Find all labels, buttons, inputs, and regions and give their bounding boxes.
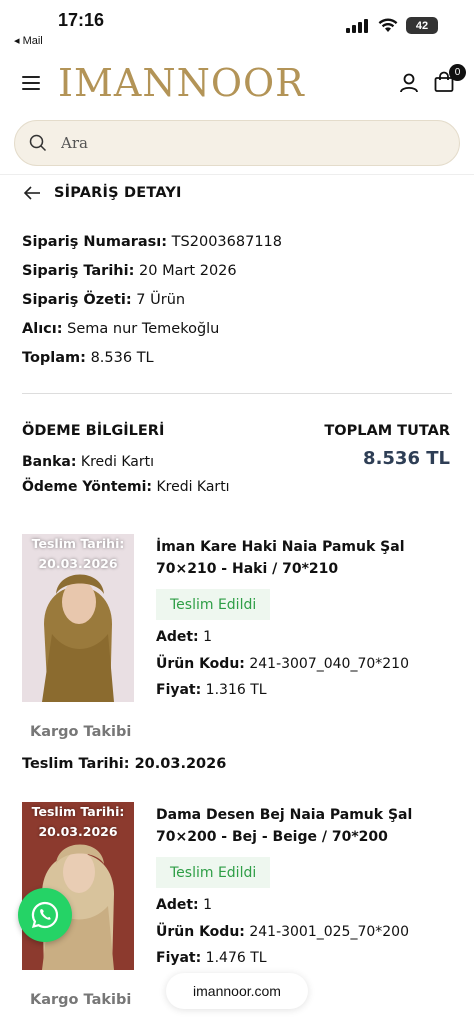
browser-url-pill[interactable]: imannoor.com bbox=[166, 973, 308, 1009]
product-code-row: Ürün Kodu: 241-3007_040_70*210 bbox=[156, 656, 409, 672]
quantity-value: 1 bbox=[198, 629, 213, 645]
status-badge: Teslim Edildi bbox=[156, 857, 271, 888]
section-divider bbox=[22, 393, 452, 394]
quantity-row: Adet: 1 bbox=[156, 897, 212, 913]
recipient-label: Alıcı: bbox=[22, 321, 63, 337]
price-value: 1.476 TL bbox=[201, 950, 267, 966]
total-amount-label: TOPLAM TUTAR bbox=[324, 423, 450, 439]
order-date-value: 20 Mart 2026 bbox=[134, 263, 237, 279]
product-code-row: Ürün Kodu: 241-3001_025_70*200 bbox=[156, 924, 409, 940]
image-delivery-date: Teslim Tarihi: 20.03.2026 bbox=[22, 534, 134, 574]
image-date-label: Teslim Tarihi: bbox=[31, 804, 125, 819]
delivery-date: Teslim Tarihi: 20.03.2026 bbox=[22, 756, 227, 772]
order-total-row: Toplam: 8.536 TL bbox=[22, 350, 282, 379]
search-bar[interactable] bbox=[14, 120, 460, 166]
payment-method-label: Ödeme Yöntemi: bbox=[22, 479, 152, 495]
order-summary-row: Sipariş Özeti: 7 Ürün bbox=[22, 292, 282, 321]
order-date-label: Sipariş Tarihi: bbox=[22, 263, 135, 279]
product-code-label: Ürün Kodu: bbox=[156, 656, 245, 672]
whatsapp-button[interactable] bbox=[18, 888, 72, 942]
product-image[interactable]: Teslim Tarihi: 20.03.2026 bbox=[22, 534, 134, 702]
bank-value: Kredi Kartı bbox=[76, 454, 155, 470]
site-header: IMANNOOR 0 bbox=[0, 58, 474, 108]
status-badge: Teslim Edildi bbox=[156, 589, 271, 620]
price-row: Fiyat: 1.316 TL bbox=[156, 682, 267, 698]
cart-count-badge: 0 bbox=[449, 64, 466, 81]
image-delivery-date: Teslim Tarihi: 20.03.2026 bbox=[22, 802, 134, 842]
price-label: Fiyat: bbox=[156, 950, 202, 966]
payment-method-row: Ödeme Yöntemi: Kredi Kartı bbox=[22, 479, 230, 495]
battery-indicator: 42 bbox=[406, 17, 438, 34]
order-summary-label: Sipariş Özeti: bbox=[22, 292, 132, 308]
order-summary-value: 7 Ürün bbox=[131, 292, 186, 308]
image-date-label: Teslim Tarihi: bbox=[31, 536, 125, 551]
order-number-row: Sipariş Numarası: TS2003687118 bbox=[22, 234, 282, 263]
order-summary: Sipariş Numarası: TS2003687118 Sipariş T… bbox=[22, 234, 282, 379]
page-title-row: SİPARİŞ DETAYI bbox=[22, 180, 182, 206]
status-indicators: 42 bbox=[346, 17, 438, 34]
order-total-value: 8.536 TL bbox=[85, 350, 154, 366]
page-title: SİPARİŞ DETAYI bbox=[54, 185, 182, 201]
arrow-left-icon[interactable] bbox=[22, 183, 42, 203]
brand-logo[interactable]: IMANNOOR bbox=[58, 61, 305, 105]
image-date-value: 20.03.2026 bbox=[38, 556, 118, 571]
quantity-value: 1 bbox=[198, 897, 213, 913]
price-label: Fiyat: bbox=[156, 682, 202, 698]
status-time: 17:16 bbox=[58, 10, 105, 30]
cargo-tracking-link[interactable]: Kargo Takibi bbox=[30, 992, 131, 1008]
status-bar: 17:16 ◂ Mail 42 bbox=[0, 0, 474, 52]
product-code-value: 241-3007_040_70*210 bbox=[244, 656, 410, 672]
menu-icon[interactable] bbox=[22, 76, 40, 90]
order-number-label: Sipariş Numarası: bbox=[22, 234, 168, 250]
product-code-value: 241-3001_025_70*200 bbox=[244, 924, 410, 940]
search-input[interactable] bbox=[61, 134, 421, 152]
quantity-row: Adet: 1 bbox=[156, 629, 212, 645]
order-number-value: TS2003687118 bbox=[167, 234, 283, 250]
product-code-label: Ürün Kodu: bbox=[156, 924, 245, 940]
header-divider bbox=[0, 174, 474, 175]
signal-icon bbox=[346, 18, 368, 33]
cargo-tracking-link[interactable]: Kargo Takibi bbox=[30, 724, 131, 740]
user-icon[interactable] bbox=[398, 72, 420, 94]
payment-method-value: Kredi Kartı bbox=[152, 479, 230, 495]
wifi-icon bbox=[378, 18, 398, 32]
bank-label: Banka: bbox=[22, 454, 77, 470]
recipient-row: Alıcı: Sema nur Temekoğlu bbox=[22, 321, 282, 350]
recipient-value: Sema nur Temekoğlu bbox=[62, 321, 220, 337]
image-date-value: 20.03.2026 bbox=[38, 824, 118, 839]
whatsapp-icon bbox=[31, 901, 59, 929]
product-image[interactable]: Teslim Tarihi: 20.03.2026 bbox=[22, 802, 134, 970]
bank-row: Banka: Kredi Kartı bbox=[22, 454, 154, 470]
total-amount-value: 8.536 TL bbox=[363, 448, 450, 469]
quantity-label: Adet: bbox=[156, 629, 199, 645]
product-name[interactable]: Dama Desen Bej Naia Pamuk Şal 70×200 - B… bbox=[156, 804, 456, 848]
price-value: 1.316 TL bbox=[201, 682, 267, 698]
price-row: Fiyat: 1.476 TL bbox=[156, 950, 267, 966]
back-to-mail-link[interactable]: ◂ Mail bbox=[14, 34, 43, 47]
order-date-row: Sipariş Tarihi: 20 Mart 2026 bbox=[22, 263, 282, 292]
search-icon bbox=[29, 134, 47, 152]
product-name[interactable]: İman Kare Haki Naia Pamuk Şal 70×210 - H… bbox=[156, 536, 456, 580]
order-total-label: Toplam: bbox=[22, 350, 86, 366]
quantity-label: Adet: bbox=[156, 897, 199, 913]
payment-info-title: ÖDEME BİLGİLERİ bbox=[22, 423, 165, 439]
